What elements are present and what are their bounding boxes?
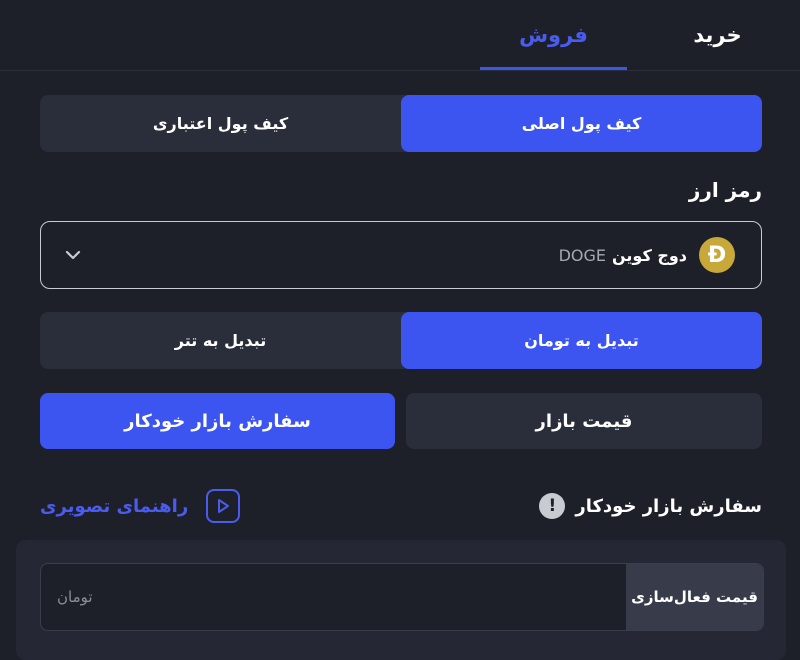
video-guide-text: راهنمای تصویری [40, 495, 189, 517]
auto-market-order-button[interactable]: سفارش بازار خودکار [40, 393, 395, 449]
active-tab-indicator [480, 67, 627, 70]
tab-buy[interactable]: خرید [650, 0, 785, 70]
tab-sell[interactable]: فروش [480, 0, 627, 70]
doge-coin-icon: Ð [699, 237, 735, 273]
convert-toman-button[interactable]: تبدیل به تومان [401, 312, 762, 369]
video-guide-link[interactable]: راهنمای تصویری [40, 487, 241, 525]
selected-coin: دوج کوین DOGE [559, 222, 687, 288]
crypto-select[interactable]: Ð دوج کوین DOGE [40, 221, 762, 289]
coin-name: دوج کوین [612, 245, 687, 265]
play-icon [206, 489, 241, 523]
info-icon[interactable]: ! [539, 493, 566, 519]
convert-selector: تبدیل به تومان تبدیل به تتر [40, 312, 762, 369]
convert-tether-button[interactable]: تبدیل به تتر [40, 312, 401, 369]
wallet-selector: کیف پول اصلی کیف پول اعتباری [40, 95, 762, 152]
activation-price-input[interactable] [41, 564, 626, 630]
market-price-button[interactable]: قیمت بازار [406, 393, 762, 449]
coin-symbol: DOGE [558, 245, 606, 265]
activation-price-field: قیمت فعال‌سازی [40, 563, 764, 631]
order-title-text: سفارش بازار خودکار [575, 495, 762, 517]
credit-wallet-button[interactable]: کیف پول اعتباری [40, 95, 401, 152]
trade-tabs: خرید فروش [0, 0, 800, 71]
activation-price-label: قیمت فعال‌سازی [626, 564, 763, 630]
crypto-label: رمز ارز [688, 178, 762, 202]
main-wallet-button[interactable]: کیف پول اصلی [401, 95, 762, 152]
chevron-down-icon [65, 250, 81, 260]
order-section-title: سفارش بازار خودکار ! [539, 489, 762, 523]
